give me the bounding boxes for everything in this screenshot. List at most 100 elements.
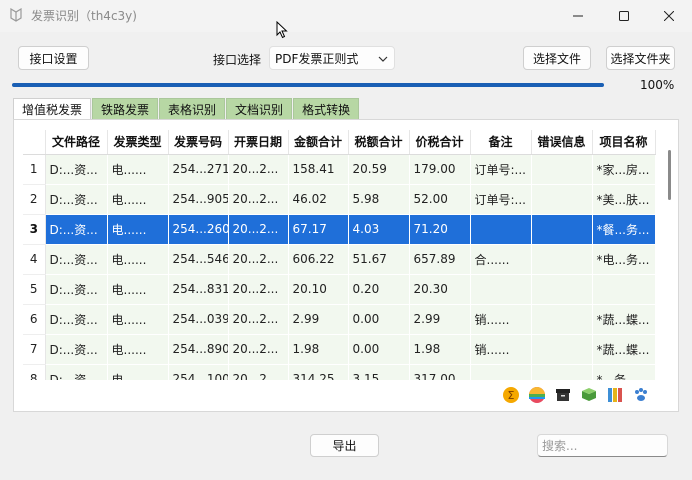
- invoice-table-container[interactable]: 文件路径 发票类型 发票号码 开票日期 金额合计 税额合计 价税合计 备注 错误…: [23, 130, 666, 380]
- table-cell[interactable]: 1.98: [409, 334, 471, 365]
- table-cell[interactable]: 20...2...: [228, 214, 289, 245]
- row-number[interactable]: 6: [23, 304, 46, 335]
- table-row[interactable]: 7 D:...资... 电...... 254...890 20...2... 1.98 0…: [23, 334, 656, 365]
- column-header[interactable]: 开票日期: [228, 130, 289, 155]
- table-cell[interactable]: 1.98: [288, 334, 349, 365]
- row-number[interactable]: 7: [23, 334, 46, 365]
- sum-icon[interactable]: Σ: [502, 386, 520, 404]
- table-cell[interactable]: 电......: [107, 214, 169, 245]
- interface-select[interactable]: PDF发票正则式: [269, 46, 395, 70]
- search-input[interactable]: [537, 434, 668, 457]
- table-cell[interactable]: 5.98: [348, 184, 410, 215]
- table-cell[interactable]: 254...905: [168, 184, 229, 215]
- table-cell[interactable]: 订单号:...: [470, 184, 532, 215]
- tab-table-recognition[interactable]: 表格识别: [159, 98, 226, 119]
- row-number[interactable]: 1: [23, 154, 46, 185]
- tab-format-conversion[interactable]: 格式转换: [293, 98, 360, 119]
- row-number[interactable]: 8: [23, 364, 46, 380]
- table-cell[interactable]: *蔬...蝶...: [592, 334, 656, 365]
- table-cell[interactable]: 电......: [107, 334, 169, 365]
- column-header[interactable]: 发票类型: [107, 130, 169, 155]
- tab-vat-invoice[interactable]: 增值税发票: [13, 98, 92, 120]
- table-cell[interactable]: [470, 364, 532, 380]
- column-header[interactable]: 发票号码: [168, 130, 229, 155]
- table-cell[interactable]: 电......: [107, 304, 169, 335]
- column-header[interactable]: 价税合计: [409, 130, 471, 155]
- table-cell[interactable]: *蔬...蝶...: [592, 304, 656, 335]
- table-cell[interactable]: 3.15: [348, 364, 410, 380]
- table-cell[interactable]: [531, 244, 593, 275]
- table-cell[interactable]: 254...890: [168, 334, 229, 365]
- row-number[interactable]: 3: [23, 214, 46, 245]
- row-number[interactable]: 4: [23, 244, 46, 275]
- table-cell[interactable]: 20.59: [348, 154, 410, 185]
- minimize-button[interactable]: [555, 0, 601, 32]
- table-cell[interactable]: *电...务...: [592, 244, 656, 275]
- table-cell[interactable]: [531, 154, 593, 185]
- column-header[interactable]: 备注: [470, 130, 532, 155]
- table-cell[interactable]: 20...2...: [228, 244, 289, 275]
- table-cell[interactable]: [531, 334, 593, 365]
- table-cell[interactable]: 0.00: [348, 304, 410, 335]
- table-cell[interactable]: D:...资...: [45, 364, 108, 380]
- table-cell[interactable]: 4.03: [348, 214, 410, 245]
- table-cell[interactable]: 电......: [107, 184, 169, 215]
- table-cell[interactable]: D:...资...: [45, 214, 108, 245]
- choose-folder-button[interactable]: 选择文件夹: [606, 46, 675, 70]
- archive-box-icon[interactable]: [554, 386, 572, 404]
- table-cell[interactable]: 657.89: [409, 244, 471, 275]
- table-cell[interactable]: *美...肤...: [592, 184, 656, 215]
- column-header[interactable]: 错误信息: [531, 130, 593, 155]
- table-cell[interactable]: 314.25: [288, 364, 349, 380]
- tab-document-recognition[interactable]: 文档识别: [226, 98, 293, 119]
- table-cell[interactable]: D:...资...: [45, 274, 108, 305]
- table-cell[interactable]: 254...260: [168, 214, 229, 245]
- table-cell[interactable]: 67.17: [288, 214, 349, 245]
- table-cell[interactable]: 20...2...: [228, 274, 289, 305]
- table-row[interactable]: 8 D:...资... 电...... 254...100 20...2... 314.2…: [23, 364, 656, 380]
- table-cell[interactable]: 20...2...: [228, 304, 289, 335]
- table-cell[interactable]: D:...资...: [45, 244, 108, 275]
- choose-file-button[interactable]: 选择文件: [523, 46, 591, 70]
- scrollbar-thumb[interactable]: [668, 150, 671, 200]
- table-row[interactable]: 3 D:...资... 电...... 254...260 20...2... 67.17…: [23, 214, 656, 245]
- table-cell[interactable]: 20...2...: [228, 154, 289, 185]
- table-row[interactable]: 4 D:...资... 电...... 254...546 20...2... 606.2…: [23, 244, 656, 275]
- table-row[interactable]: 1 D:...资... 电...... 254...271 20...2... 158.4…: [23, 154, 656, 185]
- table-cell[interactable]: 2.99: [288, 304, 349, 335]
- interface-settings-button[interactable]: 接口设置: [18, 46, 89, 70]
- table-cell[interactable]: *餐...务...: [592, 214, 656, 245]
- table-cell[interactable]: [470, 274, 532, 305]
- vertical-scrollbar[interactable]: [667, 130, 673, 380]
- column-header[interactable]: 文件路径: [45, 130, 108, 155]
- table-cell[interactable]: *...务...: [592, 364, 656, 380]
- table-cell[interactable]: *家...房...: [592, 154, 656, 185]
- tab-railway-invoice[interactable]: 铁路发票: [92, 98, 159, 119]
- column-header[interactable]: 项目名称: [592, 130, 656, 155]
- table-cell[interactable]: [531, 184, 593, 215]
- table-cell[interactable]: 电......: [107, 364, 169, 380]
- table-cell[interactable]: 电......: [107, 274, 169, 305]
- table-cell[interactable]: [470, 214, 532, 245]
- row-number[interactable]: 5: [23, 274, 46, 305]
- column-header[interactable]: 金额合计: [288, 130, 349, 155]
- column-header[interactable]: 税额合计: [348, 130, 410, 155]
- color-wheel-icon[interactable]: [528, 386, 546, 404]
- paw-icon[interactable]: [632, 386, 650, 404]
- binders-icon[interactable]: [606, 386, 624, 404]
- table-cell[interactable]: 317.00: [409, 364, 471, 380]
- table-row[interactable]: 5 D:...资... 电...... 254...831 20...2... 20.10…: [23, 274, 656, 305]
- table-cell[interactable]: 20.30: [409, 274, 471, 305]
- maximize-button[interactable]: [601, 0, 647, 32]
- table-cell[interactable]: [531, 304, 593, 335]
- table-cell[interactable]: D:...资...: [45, 184, 108, 215]
- table-cell[interactable]: 20...2...: [228, 334, 289, 365]
- row-number[interactable]: 2: [23, 184, 46, 215]
- table-cell[interactable]: D:...资...: [45, 304, 108, 335]
- table-cell[interactable]: [531, 274, 593, 305]
- table-cell[interactable]: [592, 274, 656, 305]
- table-cell[interactable]: 销......: [470, 334, 532, 365]
- table-cell[interactable]: D:...资...: [45, 154, 108, 185]
- table-cell[interactable]: 2.99: [409, 304, 471, 335]
- table-cell[interactable]: 46.02: [288, 184, 349, 215]
